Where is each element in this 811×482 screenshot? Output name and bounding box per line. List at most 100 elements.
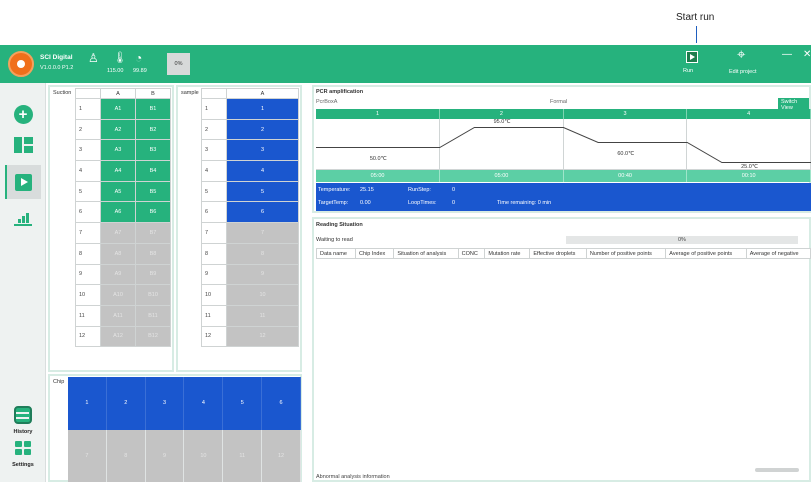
sample-well[interactable]: 1 bbox=[226, 98, 299, 120]
sample-well[interactable]: 2 bbox=[226, 118, 299, 141]
suction-well-a[interactable]: A12 bbox=[100, 325, 136, 348]
suction-row-index: 1 bbox=[75, 98, 101, 120]
pcr-status-bar: Temperature: 25.15 RunStep: 0 TargetTemp… bbox=[316, 183, 811, 211]
sample-well[interactable]: 9 bbox=[226, 263, 299, 286]
suction-row: 1 A1 B1 bbox=[75, 98, 171, 120]
sample-well[interactable]: 8 bbox=[226, 242, 299, 265]
suction-well-b[interactable]: B12 bbox=[135, 325, 171, 348]
run-button-label[interactable]: Run bbox=[683, 68, 693, 74]
close-button[interactable]: ✕ bbox=[803, 49, 811, 60]
suction-well-b[interactable]: B9 bbox=[135, 263, 171, 286]
chip-cell[interactable]: 3 bbox=[145, 377, 185, 430]
nav-run[interactable] bbox=[5, 165, 41, 199]
suction-well-b[interactable]: B1 bbox=[135, 98, 171, 120]
sample-row: 55 bbox=[201, 180, 299, 203]
sample-well[interactable]: 11 bbox=[226, 304, 299, 327]
suction-well-a[interactable]: A4 bbox=[100, 160, 136, 182]
chip-cell[interactable]: 5 bbox=[223, 377, 263, 430]
nav-add[interactable]: + bbox=[5, 97, 41, 131]
suction-well-a[interactable]: A3 bbox=[100, 139, 136, 162]
sample-well[interactable]: 12 bbox=[226, 325, 299, 348]
sample-well[interactable]: 10 bbox=[226, 284, 299, 306]
runstep-label: RunStep: bbox=[408, 187, 431, 193]
chip-cell[interactable]: 6 bbox=[262, 377, 301, 430]
chip-cell[interactable]: 2 bbox=[106, 377, 146, 430]
nav-history[interactable] bbox=[5, 403, 41, 427]
pcr-step-number: 2 bbox=[439, 109, 564, 119]
suction-well-b[interactable]: B6 bbox=[135, 201, 171, 224]
suction-well-a[interactable]: A5 bbox=[100, 180, 136, 203]
suction-well-a[interactable]: A7 bbox=[100, 222, 136, 244]
suction-row-index: 9 bbox=[75, 263, 101, 286]
reading-column-header[interactable]: Situation of analysis bbox=[393, 248, 459, 259]
sample-well[interactable]: 4 bbox=[226, 160, 299, 182]
add-icon: + bbox=[13, 104, 33, 124]
chip-cell[interactable]: 1 bbox=[68, 377, 107, 430]
chip-cell[interactable]: 9 bbox=[145, 429, 185, 482]
pcr-step-time: 05:00 bbox=[439, 169, 564, 182]
suction-well-a[interactable]: A1 bbox=[100, 98, 136, 120]
chip-cell[interactable]: 7 bbox=[68, 429, 107, 482]
suction-row: 4 A4 B4 bbox=[75, 160, 171, 182]
suction-well-a[interactable]: A9 bbox=[100, 263, 136, 286]
suction-well-a[interactable]: A8 bbox=[100, 242, 136, 265]
suction-well-b[interactable]: B3 bbox=[135, 139, 171, 162]
settings-grid-icon bbox=[15, 441, 31, 455]
start-run-annotation: Start run bbox=[676, 12, 715, 23]
thermometer-icon: 🌡︎ bbox=[113, 52, 127, 64]
suction-well-b[interactable]: B10 bbox=[135, 284, 171, 306]
sample-well[interactable]: 3 bbox=[226, 139, 299, 162]
annotation-pointer-line bbox=[696, 26, 697, 43]
chip-cell[interactable]: 10 bbox=[184, 429, 224, 482]
sample-well[interactable]: 6 bbox=[226, 201, 299, 224]
edit-project-icon[interactable]: ⌖ bbox=[737, 47, 745, 63]
sample-row: 33 bbox=[201, 139, 299, 162]
chip-cell[interactable]: 4 bbox=[184, 377, 224, 430]
reading-column-header[interactable]: Mutation rate bbox=[484, 248, 531, 259]
nav-settings[interactable] bbox=[5, 436, 41, 460]
reading-status: Waiting to read bbox=[316, 237, 353, 243]
sample-well[interactable]: 7 bbox=[226, 222, 299, 244]
suction-well-b[interactable]: B7 bbox=[135, 222, 171, 244]
reading-column-header[interactable]: Number of positive points bbox=[585, 248, 667, 259]
nav-analysis[interactable] bbox=[5, 201, 41, 235]
suction-well-a[interactable]: A11 bbox=[100, 304, 136, 327]
suction-well-a[interactable]: A2 bbox=[100, 118, 136, 141]
settings-label[interactable]: Settings bbox=[0, 462, 46, 468]
history-label[interactable]: History bbox=[0, 429, 46, 435]
horizontal-scrollbar[interactable] bbox=[755, 468, 799, 472]
reading-column-header[interactable]: Effective droplets bbox=[529, 248, 587, 259]
user-icon[interactable]: ♙ bbox=[88, 52, 99, 64]
suction-well-b[interactable]: B4 bbox=[135, 160, 171, 182]
sample-row: 22 bbox=[201, 118, 299, 141]
app-logo-icon bbox=[8, 51, 34, 77]
pcr-step-time: 05:00 bbox=[316, 169, 441, 182]
suction-well-b[interactable]: B2 bbox=[135, 118, 171, 141]
suction-well-b[interactable]: B11 bbox=[135, 304, 171, 327]
suction-row: 6 A6 B6 bbox=[75, 201, 171, 224]
sample-row-index: 4 bbox=[201, 160, 227, 182]
suction-row: 11 A11 B11 bbox=[75, 304, 171, 327]
reading-column-header[interactable]: Average of positive points bbox=[665, 248, 747, 259]
suction-well-b[interactable]: B5 bbox=[135, 180, 171, 203]
reading-column-header[interactable]: CONC bbox=[457, 248, 486, 259]
sample-well[interactable]: 5 bbox=[226, 180, 299, 203]
reading-column-header[interactable]: Data name bbox=[316, 248, 356, 259]
run-button-icon[interactable] bbox=[686, 51, 698, 63]
reading-progress-bar: 0% bbox=[566, 236, 798, 244]
suction-well-a[interactable]: A10 bbox=[100, 284, 136, 306]
suction-well-b[interactable]: B8 bbox=[135, 242, 171, 265]
minimize-button[interactable]: — bbox=[782, 49, 792, 60]
reading-column-header[interactable]: Average of negative bbox=[745, 248, 811, 259]
sample-header-a: A bbox=[226, 88, 299, 99]
chip-cell[interactable]: 12 bbox=[262, 429, 301, 482]
chip-cell[interactable]: 11 bbox=[223, 429, 263, 482]
time-remaining: Time remaining: 0 min bbox=[497, 200, 552, 206]
nav-dashboard[interactable] bbox=[5, 128, 41, 162]
sample-row: 44 bbox=[201, 160, 299, 182]
suction-row: 2 A2 B2 bbox=[75, 118, 171, 141]
edit-project-label[interactable]: Edit project bbox=[729, 69, 757, 75]
suction-well-a[interactable]: A6 bbox=[100, 201, 136, 224]
reading-column-header[interactable]: Chip Index bbox=[354, 248, 395, 259]
chip-cell[interactable]: 8 bbox=[106, 429, 146, 482]
